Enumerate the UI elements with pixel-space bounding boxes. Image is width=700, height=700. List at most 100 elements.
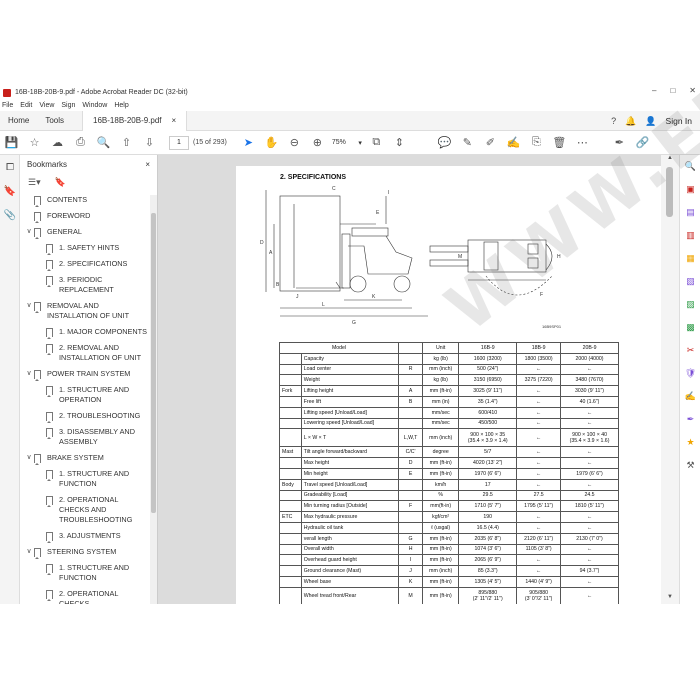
value-20b9-cell: 2130 (7' 0") — [560, 532, 619, 545]
chevron-down-icon[interactable]: ∨ — [24, 453, 34, 463]
close-tab-icon[interactable]: × — [172, 116, 177, 125]
scroll-down-icon[interactable]: ▼ — [661, 594, 679, 604]
bookmark-item[interactable]: ∨ STEERING SYSTEM — [20, 547, 150, 559]
menu-edit[interactable]: Edit — [20, 102, 32, 109]
stamp-icon[interactable]: ⎘ — [525, 131, 548, 155]
bookmark-item[interactable]: CONTENTS — [20, 195, 150, 207]
bookmark-item[interactable]: 2. OPERATIONAL CHECKS AND TROUBLESHOOTIN… — [20, 495, 150, 525]
symbol-cell: K — [398, 575, 424, 588]
bookmark-icon — [46, 564, 53, 575]
chevron-down-icon[interactable]: ∨ — [24, 547, 34, 557]
delete-icon[interactable]: 🗑 — [548, 131, 571, 155]
bookmark-label: 1. STRUCTURE AND FUNCTION — [59, 563, 130, 582]
zoom-out-icon[interactable]: ⊖ — [283, 131, 306, 155]
tab-tools[interactable]: Tools — [37, 111, 72, 131]
draw-icon[interactable]: ✐ — [479, 131, 502, 155]
close-panel-icon[interactable]: × — [145, 160, 150, 169]
group-cell — [279, 428, 302, 448]
menu-sign[interactable]: Sign — [61, 102, 75, 109]
bookmark-label: 2. OPERATIONAL CHECKS AND TROUBLESHOOTIN… — [59, 495, 133, 524]
chevron-down-icon[interactable]: ∨ — [24, 369, 34, 379]
menu-view[interactable]: View — [39, 102, 54, 109]
bookmark-item[interactable]: 2. TROUBLESHOOTING — [20, 411, 150, 423]
bookmark-item[interactable]: 2. OPERATIONAL CHECKS — [20, 589, 150, 604]
bookmark-item[interactable]: ∨ GENERAL — [20, 227, 150, 239]
value-18b9-cell: ← — [516, 565, 562, 577]
zoom-select[interactable]: 75% ▾ — [329, 136, 365, 150]
bookmark-item[interactable]: 2. SPECIFICATIONS — [20, 259, 150, 271]
scroll-mode-icon[interactable]: ⇕ — [388, 131, 411, 155]
page-fit-icon[interactable]: ⧉ — [365, 131, 388, 155]
bookmark-item[interactable]: 1. MAJOR COMPONENTS — [20, 327, 150, 339]
tab-home[interactable]: Home — [0, 111, 37, 131]
bookmark-item[interactable]: 3. ADJUSTMENTS — [20, 531, 150, 543]
upload-cloud-icon[interactable]: ☁ — [46, 131, 69, 155]
more-tools-icon[interactable]: ⋯ — [571, 131, 594, 155]
item-cell: Free lift — [300, 395, 400, 408]
more-tools-icon[interactable]: ⚒ — [680, 454, 700, 477]
save-icon[interactable]: 💾 — [0, 131, 23, 155]
send-for-signature-icon[interactable]: ✒ — [680, 408, 700, 431]
group-cell — [279, 374, 302, 387]
value-20b9-cell: 1979 (6' 6") — [560, 467, 619, 480]
next-page-icon[interactable]: ⇩ — [138, 131, 161, 155]
bookmark-item[interactable]: ∨ POWER TRAIN SYSTEM — [20, 369, 150, 381]
document-scrollbar[interactable]: ▲ ▼ — [661, 155, 679, 604]
minimize-button[interactable]: – — [652, 86, 656, 95]
add-bookmark-icon[interactable]: 🔖 — [55, 177, 66, 188]
page-thumbnails-icon[interactable]: ⧠ — [0, 155, 20, 179]
combine-files-icon[interactable]: ▤ — [680, 201, 700, 224]
bookmark-star-icon[interactable]: ☆ — [23, 131, 46, 155]
bookmark-item[interactable]: 1. STRUCTURE AND OPERATION — [20, 385, 150, 405]
acrobat-window: 16B-18B-20B-9.pdf - Adobe Acrobat Reader… — [0, 86, 700, 604]
value-18b9-cell: ← — [516, 467, 562, 480]
edit-pdf-icon[interactable]: ▧ — [680, 270, 700, 293]
tab-document[interactable]: 16B-18B-20B-9.pdf × — [82, 110, 188, 131]
fill-sign-icon[interactable]: ✍ — [502, 131, 525, 155]
diagram-label-l: L — [322, 302, 325, 308]
bookmarks-scrollbar[interactable] — [150, 195, 157, 604]
symbol-cell — [398, 406, 424, 419]
print-icon[interactable]: ⎙ — [69, 131, 92, 155]
certificates-icon[interactable]: ★ — [680, 431, 700, 454]
search-icon[interactable]: 🔍 — [92, 131, 115, 155]
comment-tool-icon[interactable]: ▦ — [680, 247, 700, 270]
group-cell — [279, 352, 302, 365]
maximize-button[interactable]: □ — [670, 86, 675, 95]
menu-file[interactable]: File — [2, 102, 13, 109]
menu-help[interactable]: Help — [114, 102, 128, 109]
bookmark-item[interactable]: 1. STRUCTURE AND FUNCTION — [20, 469, 150, 489]
value-16b9-cell: 895/880 (2' 11"/2' 11") — [458, 586, 518, 604]
bookmark-item[interactable]: 3. PERIODIC REPLACEMENT — [20, 275, 150, 295]
export-pdf-icon[interactable]: ▥ — [680, 224, 700, 247]
menu-window[interactable]: Window — [82, 102, 107, 109]
hand-tool-icon[interactable]: ✋ — [260, 131, 283, 155]
previous-page-icon[interactable]: ⇧ — [115, 131, 138, 155]
pdf-page: 2. SPECIFICATIONS C I D A E B J L G K H … — [236, 86, 700, 604]
attachments-icon[interactable]: 📎 — [0, 203, 20, 227]
bookmark-item[interactable]: ∨ BRAKE SYSTEM — [20, 453, 150, 465]
table-row: Lifting speed [Unload/Load] mm/sec 600/410… — [279, 406, 619, 419]
bookmark-item[interactable]: 1. SAFETY HINTS — [20, 243, 150, 255]
bookmark-item[interactable]: FOREWORD — [20, 211, 150, 223]
bookmark-options-icon[interactable]: ☰▾ — [28, 177, 41, 188]
fill-and-sign-icon[interactable]: ✍ — [680, 385, 700, 408]
page-number-input[interactable]: 1 — [169, 135, 189, 150]
bookmark-item[interactable]: 2. REMOVAL AND INSTALLATION OF UNIT — [20, 343, 150, 363]
notifications-icon[interactable]: 🔔 — [625, 116, 636, 127]
bookmark-item[interactable]: ∨ REMOVAL AND INSTALLATION OF UNIT — [20, 301, 150, 321]
compress-pdf-icon[interactable]: ▩ — [680, 316, 700, 339]
organize-pages-icon[interactable]: ▨ — [680, 293, 700, 316]
highlight-icon[interactable]: ✎ — [456, 131, 479, 155]
select-cursor-icon[interactable]: ➤ — [237, 131, 260, 155]
zoom-in-icon[interactable]: ⊕ — [306, 131, 329, 155]
protect-icon[interactable]: 🛡 — [680, 362, 700, 385]
chevron-down-icon[interactable]: ∨ — [24, 301, 34, 311]
help-icon[interactable]: ? — [611, 116, 616, 126]
bookmarks-panel-icon[interactable]: 🔖 — [0, 179, 20, 203]
bookmark-item[interactable]: 3. DISASSEMBLY AND ASSEMBLY — [20, 427, 150, 447]
redact-icon[interactable]: ✂ — [680, 339, 700, 362]
comment-icon[interactable]: 💬 — [433, 131, 456, 155]
bookmark-item[interactable]: 1. STRUCTURE AND FUNCTION — [20, 563, 150, 583]
chevron-down-icon[interactable]: ∨ — [24, 227, 34, 237]
